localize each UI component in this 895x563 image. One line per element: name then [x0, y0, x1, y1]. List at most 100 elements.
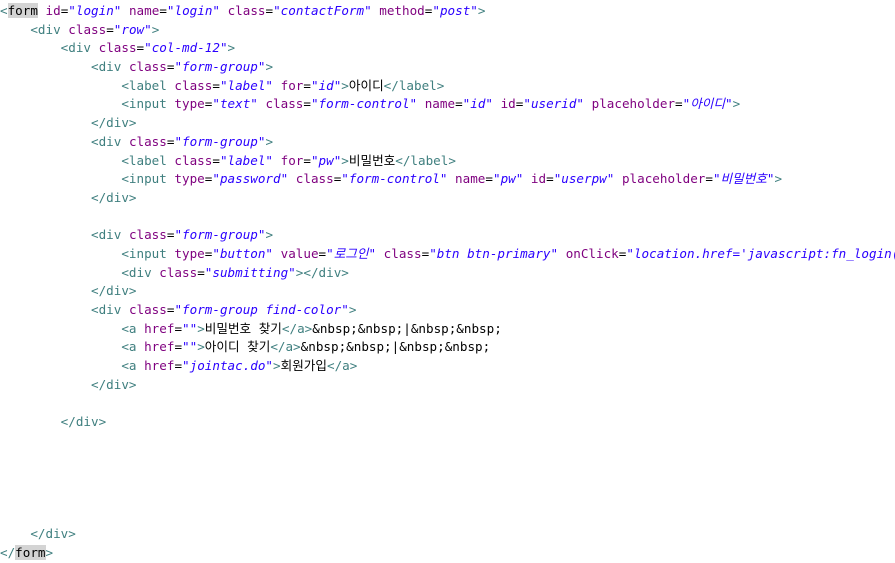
tag-token: <div	[91, 133, 122, 149]
code-line[interactable]: </div>	[0, 114, 895, 133]
tag-token: </div>	[30, 526, 76, 542]
text-token: =	[265, 3, 274, 18]
text-token: =	[212, 77, 220, 93]
value-token: "비밀번호"	[712, 171, 775, 187]
value-token: "login"	[166, 3, 220, 18]
tag-token: >	[273, 358, 281, 374]
code-line[interactable]: <a href="">비밀번호 찾기</a>&nbsp;&nbsp;|&nbsp…	[0, 320, 895, 339]
tag-token: >	[151, 21, 160, 37]
text-token: =	[485, 171, 493, 187]
code-line[interactable]: </div>	[0, 413, 895, 432]
value-token: "pw"	[492, 171, 524, 187]
code-line[interactable]: <a href="jointac.do">회원가입</a>	[0, 357, 895, 376]
code-line[interactable]: <div class="form-group">	[0, 133, 895, 152]
code-line[interactable]	[0, 451, 895, 470]
text-token: =	[174, 339, 183, 355]
tag-token: >	[265, 227, 274, 243]
attribute-token: onClick	[565, 245, 619, 261]
tag-token: <div	[60, 40, 92, 56]
code-line[interactable]: <label class="label" for="pw">비밀번호</labe…	[0, 152, 895, 171]
code-line[interactable]	[0, 469, 895, 488]
tag-token: >	[341, 77, 349, 93]
tag-token: >	[197, 320, 205, 336]
text-token: =	[705, 171, 713, 187]
attribute-token: class	[128, 302, 167, 317]
code-line[interactable]: </div>	[0, 282, 895, 301]
value-token: "btn btn-primary"	[429, 245, 559, 261]
attribute-token: placeholder	[621, 171, 706, 187]
code-line[interactable]: <label class="label" for="id">아이디</label…	[0, 77, 895, 96]
code-line[interactable]: <div class="row">	[0, 21, 895, 40]
tag-token: >	[774, 171, 783, 187]
code-line[interactable]	[0, 488, 895, 507]
tag-token: <input	[121, 245, 167, 261]
code-line[interactable]: <div class="submitting"></div>	[0, 264, 895, 283]
value-token: "form-group find-color"	[174, 302, 349, 317]
code-line[interactable]: <form id="login" name="login" class="con…	[0, 2, 895, 21]
attribute-token: class	[174, 152, 213, 168]
code-line[interactable]: </div>	[0, 376, 895, 395]
value-token: ""	[182, 339, 198, 355]
code-line[interactable]: <a href="">아이디 찾기</a>&nbsp;&nbsp;|&nbsp;…	[0, 338, 895, 357]
code-line[interactable]: <div class="form-group">	[0, 58, 895, 77]
tag-token: <a	[121, 358, 137, 374]
text-token: =	[303, 152, 311, 168]
tag-token: <	[0, 3, 8, 18]
value-token: "form-group"	[174, 59, 266, 75]
attribute-token: class	[295, 171, 334, 187]
code-line[interactable]: <input type = "password" class = "form-contr…	[0, 170, 895, 189]
tag-token: >	[477, 3, 486, 18]
code-line[interactable]: <div class="form-group find-color">	[0, 301, 895, 320]
attribute-token: name	[455, 171, 486, 187]
code-line[interactable]: <input type="text" class="form-control" …	[0, 95, 895, 114]
value-token: "row"	[113, 21, 152, 37]
code-line[interactable]	[0, 394, 895, 413]
code-line[interactable]	[0, 208, 895, 227]
tag-token: <input	[121, 171, 167, 187]
attribute-token: class	[128, 227, 167, 243]
tag-token: </label>	[395, 152, 456, 168]
code-line[interactable]: </div>	[0, 189, 895, 208]
text-token: =	[197, 264, 205, 280]
tag-token: >	[732, 96, 741, 112]
tag-token: </div>	[91, 376, 137, 392]
value-token: "id"	[462, 96, 493, 112]
code-line[interactable]: </form>	[0, 544, 895, 563]
tag-token: >	[348, 302, 357, 317]
attribute-token: href	[144, 358, 175, 374]
code-line[interactable]: </div>	[0, 525, 895, 544]
tag-token: >	[227, 40, 236, 56]
value-token: "pw"	[310, 152, 342, 168]
code-line[interactable]: <div class="col-md-12">	[0, 39, 895, 58]
text-token: =	[159, 3, 167, 18]
text-token: =	[136, 40, 145, 56]
value-token: "jointac.do"	[182, 358, 274, 374]
attribute-token: placeholder	[591, 96, 676, 112]
code-editor[interactable]: <form id="login" name="login" class="con…	[0, 0, 895, 560]
text-token: =	[318, 245, 327, 261]
code-line[interactable]: <input type="button" value="로그인" class="…	[0, 245, 895, 264]
attribute-token: name	[424, 96, 456, 112]
code-line[interactable]	[0, 432, 895, 451]
code-line[interactable]	[0, 507, 895, 526]
attribute-token: id	[45, 3, 61, 18]
text-token: =	[455, 96, 463, 112]
attribute-token: class	[68, 21, 107, 37]
tag-token: <label	[121, 77, 167, 93]
attribute-token: class	[128, 133, 167, 149]
code-line[interactable]: <div class="form-group">	[0, 226, 895, 245]
text-token: 아이디	[348, 77, 384, 93]
